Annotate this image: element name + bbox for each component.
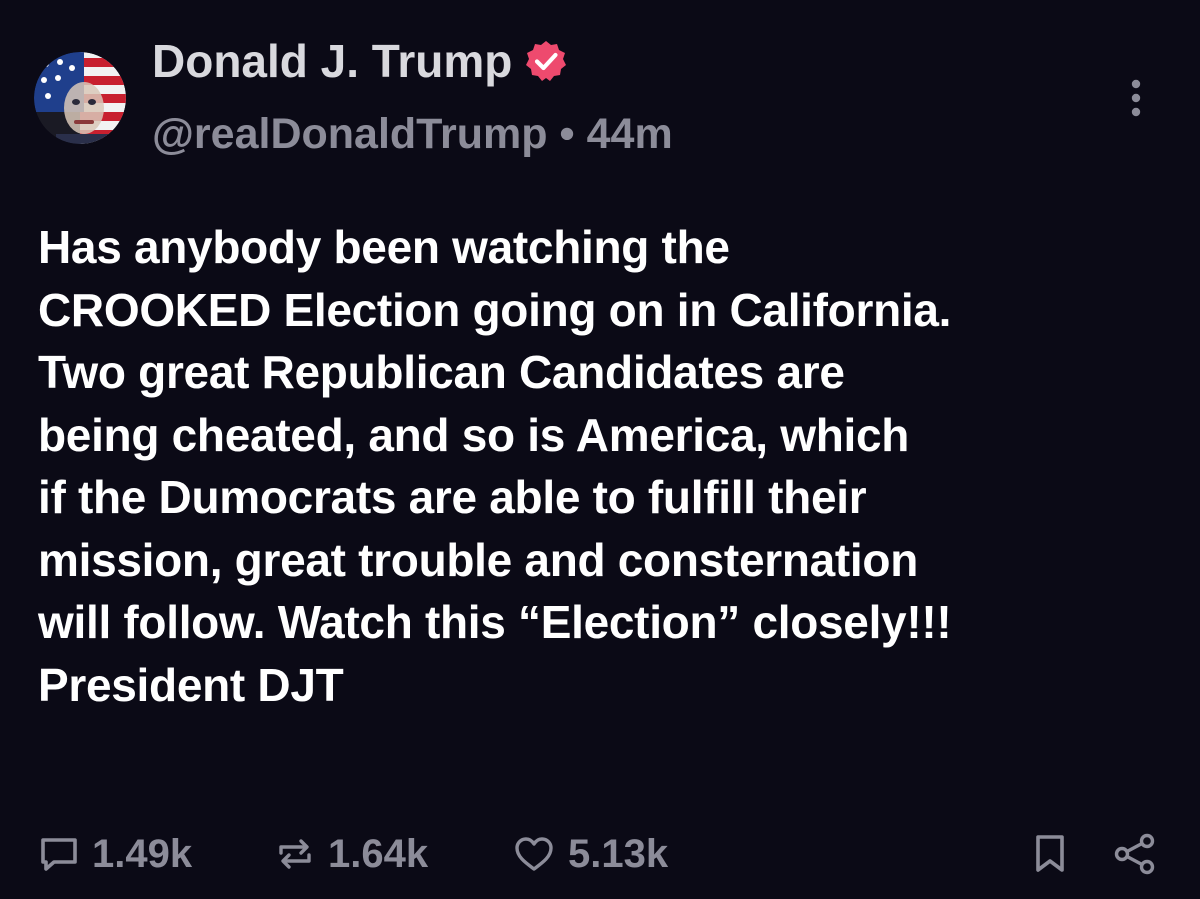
author-display-name[interactable]: Donald J. Trump [152, 34, 512, 88]
like-button[interactable]: 5.13k [512, 826, 668, 882]
share-button[interactable] [1112, 826, 1158, 882]
comment-icon [41, 838, 77, 871]
bookmark-button[interactable] [1030, 826, 1070, 882]
post-card: Donald J. Trump @realDonaldTrump • 44m H… [0, 0, 1200, 899]
reply-count: 1.49k [92, 831, 193, 876]
bookmark-icon [1036, 835, 1064, 872]
heart-icon [515, 837, 553, 871]
meta-separator: • [559, 109, 575, 158]
post-actions-bar: 1.49k 1.64k 5.13k [0, 826, 1200, 882]
author-name-row: Donald J. Trump [152, 30, 568, 92]
post-body-text: Has anybody been watching the CROOKED El… [38, 221, 952, 711]
author-avatar[interactable] [34, 52, 126, 144]
more-options-button[interactable] [1118, 74, 1154, 122]
share-icon [1114, 833, 1155, 875]
author-handle[interactable]: @realDonaldTrump [152, 110, 548, 159]
repost-button[interactable]: 1.64k [274, 826, 428, 882]
avatar-image [34, 52, 126, 144]
repost-count: 1.64k [328, 831, 429, 876]
verified-badge-icon [524, 39, 568, 83]
like-count: 5.13k [568, 831, 669, 876]
author-meta-row: @realDonaldTrump • 44m [152, 106, 673, 162]
more-vertical-icon [1131, 79, 1141, 117]
reply-button[interactable]: 1.49k [38, 826, 192, 882]
repost-icon [279, 839, 311, 869]
post-timestamp[interactable]: 44m [587, 110, 673, 159]
